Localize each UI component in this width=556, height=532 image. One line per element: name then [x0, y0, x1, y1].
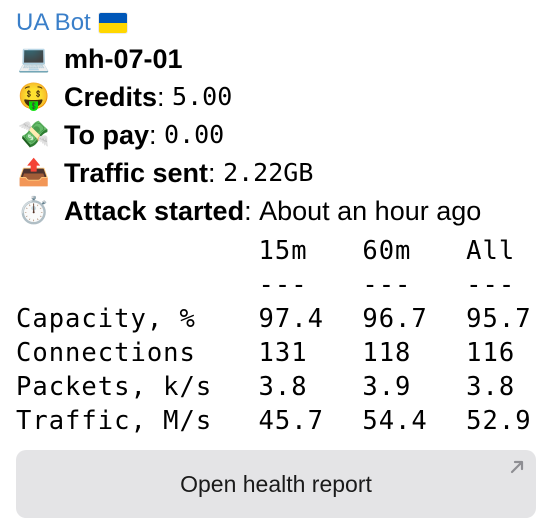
stat-value: 54.4 [362, 406, 428, 436]
row-label: Capacity, % [16, 304, 196, 334]
stats-separator-row: --- --- --- [16, 268, 546, 302]
stopwatch-icon: ⏱️ [17, 196, 51, 226]
ukraine-flag-icon [98, 13, 127, 33]
button-label: Open health report [180, 470, 372, 497]
column-header-60m: 60m [362, 236, 412, 266]
separator: --- [466, 270, 516, 300]
stats-row: Packets, k/s 3.8 3.9 3.8 [16, 370, 546, 404]
attack-started-value: About an hour ago [259, 196, 482, 226]
credits-line: 🤑 Credits: 5.00 [16, 78, 546, 116]
credits-label: Credits [64, 82, 158, 112]
stat-value: 3.8 [466, 372, 516, 402]
traffic-sent-label: Traffic sent [64, 158, 209, 188]
to-pay-line: 💸 To pay: 0.00 [16, 116, 546, 154]
row-label: Traffic, M/s [16, 406, 213, 436]
to-pay-label: To pay [64, 120, 150, 150]
money-wings-icon: 💸 [17, 120, 51, 150]
outbox-tray-icon: 📤 [17, 158, 51, 188]
sender-name[interactable]: UA Bot [16, 6, 91, 40]
attack-started-label: Attack started [64, 196, 245, 226]
stat-value: 52.9 [466, 406, 532, 436]
to-pay-value: 0.00 [164, 120, 225, 149]
row-label: Packets, k/s [16, 372, 213, 402]
stats-row: Traffic, M/s 45.7 54.4 52.9 [16, 404, 546, 438]
column-header-all: All [466, 236, 516, 266]
stat-value: 97.4 [258, 304, 324, 334]
attack-started-line: ⏱️ Attack started: About an hour ago [16, 192, 546, 230]
row-label: Connections [16, 338, 196, 368]
separator: --- [362, 270, 412, 300]
stat-value: 3.9 [362, 372, 412, 402]
stats-row: Connections 131 118 116 [16, 336, 546, 370]
stat-value: 45.7 [258, 406, 324, 436]
stat-value: 131 [258, 338, 308, 368]
stats-row: Capacity, % 97.4 96.7 95.7 [16, 302, 546, 336]
traffic-sent-value: 2.22GB [223, 158, 314, 187]
stat-value: 3.8 [258, 372, 308, 402]
stat-value: 116 [466, 338, 516, 368]
external-link-arrow-icon [510, 460, 524, 474]
stat-value: 96.7 [362, 304, 428, 334]
host-name: mh-07-01 [64, 44, 183, 74]
traffic-sent-line: 📤 Traffic sent: 2.22GB [16, 154, 546, 192]
credits-value: 5.00 [172, 82, 233, 111]
money-face-icon: 🤑 [17, 82, 51, 112]
laptop-icon: 💻 [17, 44, 51, 74]
open-health-report-button[interactable]: Open health report [16, 450, 536, 518]
stat-value: 118 [362, 338, 412, 368]
host-line: 💻 mh-07-01 [16, 40, 546, 78]
column-header-15m: 15m [258, 236, 308, 266]
stats-header-row: 15m 60m All [16, 234, 546, 268]
bot-message: UA Bot 💻 mh-07-01 🤑 Credits: 5.00 💸 To p… [16, 6, 546, 438]
separator: --- [258, 270, 308, 300]
stat-value: 95.7 [466, 304, 532, 334]
sender-row: UA Bot [16, 6, 546, 40]
stats-table: 15m 60m All --- --- --- Capacity, % 97.4… [16, 234, 546, 438]
